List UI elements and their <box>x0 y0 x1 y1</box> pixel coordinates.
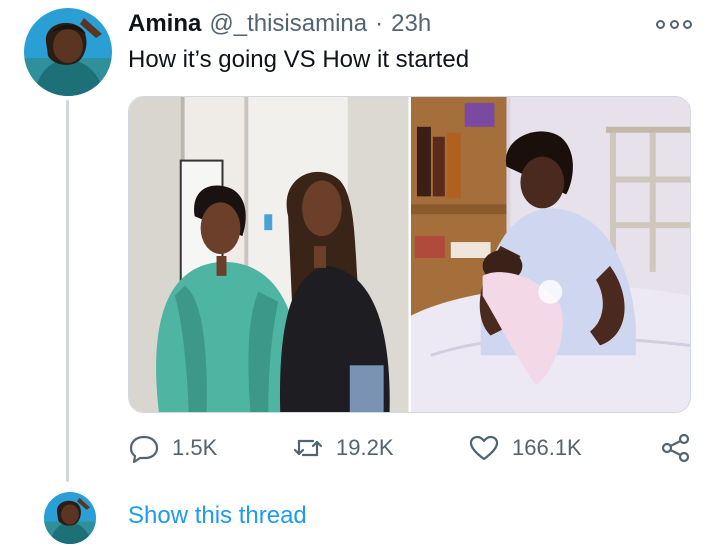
more-horizontal-icon[interactable] <box>656 12 692 36</box>
reply-count: 1.5K <box>172 435 218 460</box>
photo-how-it-started[interactable] <box>410 97 690 412</box>
like-button[interactable]: 166.1K <box>468 428 582 468</box>
retweet-icon <box>293 439 323 457</box>
heart-icon <box>469 435 499 461</box>
tweet-actions: 1.5K 19.2K 166.1K <box>128 428 694 468</box>
author-name[interactable]: Amina <box>128 10 201 38</box>
thread-line <box>66 100 69 482</box>
like-count: 166.1K <box>512 435 582 460</box>
reply-button[interactable]: 1.5K <box>128 428 217 468</box>
tweet-text: How it’s going VS How it started <box>128 46 470 73</box>
tweet-header: Amina @_thisisamina · 23h <box>128 10 431 46</box>
share-button[interactable] <box>660 428 692 468</box>
author-avatar[interactable] <box>24 8 112 96</box>
tweet-timestamp[interactable]: 23h <box>391 10 431 38</box>
share-icon <box>661 433 690 463</box>
show-thread-link[interactable]: Show this thread <box>128 502 307 530</box>
retweet-count: 19.2K <box>336 435 394 460</box>
author-handle[interactable]: @_thisisamina <box>209 10 367 38</box>
photo-how-its-going[interactable] <box>129 97 409 412</box>
header-separator: · <box>375 10 384 37</box>
reply-icon <box>129 435 159 464</box>
thread-author-avatar[interactable] <box>44 492 96 544</box>
retweet-button[interactable]: 19.2K <box>292 428 394 468</box>
tweet-media[interactable] <box>128 96 691 413</box>
